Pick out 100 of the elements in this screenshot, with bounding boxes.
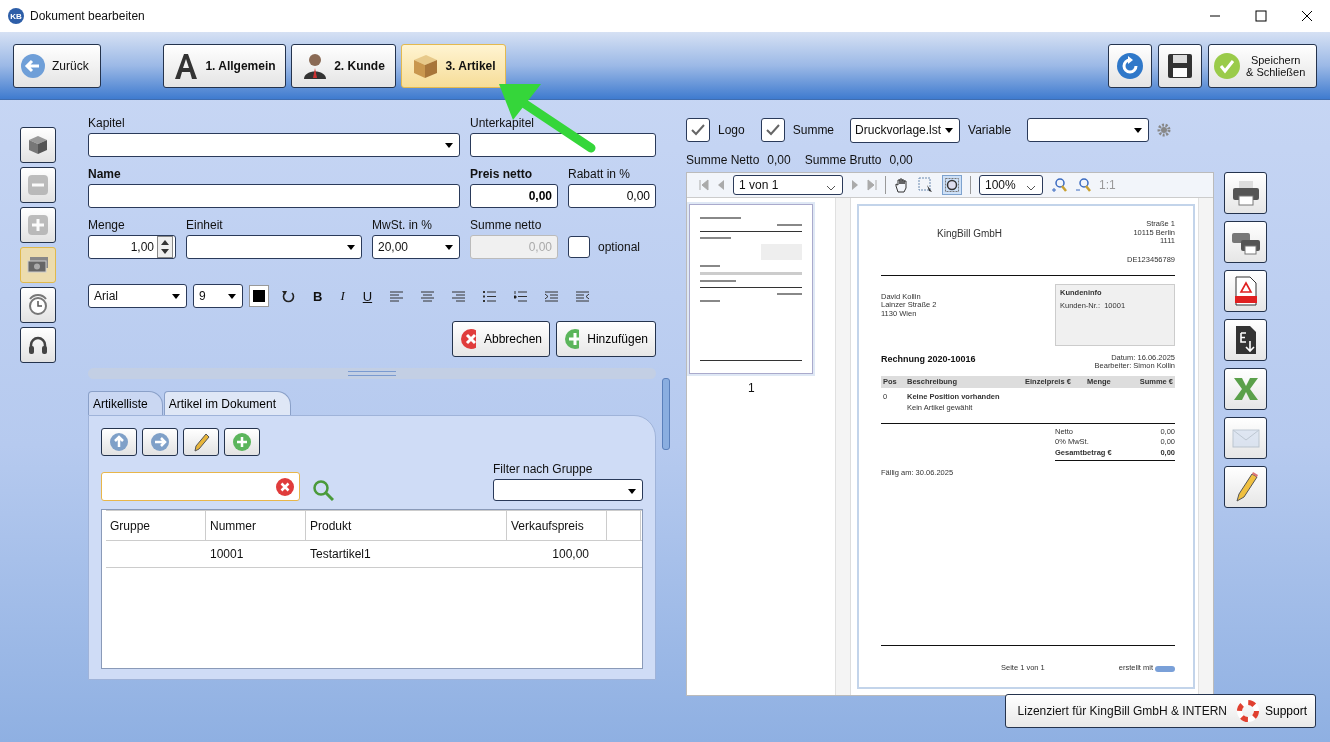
minus-icon: [27, 174, 49, 196]
stopwatch-icon: [27, 294, 49, 316]
step-tab[interactable]: 1. Allgemein: [163, 43, 286, 88]
refresh-button[interactable]: [1108, 43, 1152, 88]
align-left-icon[interactable]: [390, 290, 404, 302]
edit-button[interactable]: [183, 428, 219, 456]
clear-icon[interactable]: [275, 476, 295, 497]
bullet-list-icon[interactable]: [483, 290, 497, 302]
vat-dropdown[interactable]: 20,00: [372, 235, 460, 259]
headset-tool-button[interactable]: [20, 327, 56, 363]
align-center-icon[interactable]: [421, 290, 435, 302]
excel-button[interactable]: [1224, 368, 1267, 410]
column-header[interactable]: Produkt: [306, 511, 507, 540]
check-icon: [765, 124, 780, 136]
printer-button[interactable]: [1224, 172, 1267, 214]
checkmark-icon: [1213, 51, 1241, 80]
align-right-icon[interactable]: [452, 290, 466, 302]
logo-badge: [1155, 665, 1175, 672]
zoom-tool-button[interactable]: [942, 175, 962, 195]
table-cell-text: 100,00: [551, 547, 590, 561]
zoom-in-icon[interactable]: [1051, 177, 1067, 193]
column-header[interactable]: Gruppe: [106, 511, 206, 540]
optional-checkbox[interactable]: [568, 235, 590, 258]
move-up-button[interactable]: [101, 428, 137, 456]
step-tab[interactable]: 2. Kunde: [291, 43, 396, 88]
template-dropdown[interactable]: Druckvorlage.lst: [850, 117, 961, 143]
back-button[interactable]: Zurück: [13, 43, 101, 88]
caret-icon: [228, 294, 236, 299]
column-header[interactable]: Nummer: [206, 511, 306, 540]
money-tool-button[interactable]: [20, 247, 56, 283]
unit-dropdown[interactable]: [186, 235, 362, 259]
sum-value: 0,00: [889, 153, 913, 167]
export-button[interactable]: [1224, 319, 1267, 361]
chapter-dropdown[interactable]: [88, 133, 460, 157]
caret-icon: [347, 245, 355, 250]
italic-button[interactable]: I: [334, 288, 351, 304]
bold-button[interactable]: B: [307, 288, 329, 304]
sum-checkbox[interactable]: [760, 118, 785, 142]
subchapter-input[interactable]: [470, 133, 656, 157]
close-icon[interactable]: [1301, 10, 1313, 22]
lifebuoy-icon: [1236, 700, 1259, 722]
cancel-button[interactable]: Abbrechen: [452, 321, 550, 357]
zoom-dropdown[interactable]: 100%: [979, 175, 1043, 195]
pdf-button[interactable]: [1224, 270, 1267, 312]
save-and-close-button[interactable]: Speichern & Schließen: [1208, 43, 1317, 88]
splitter-handle[interactable]: [662, 378, 670, 450]
support-button[interactable]: Support: [1236, 700, 1307, 722]
search-icon[interactable]: [312, 479, 334, 501]
numbered-list-icon[interactable]: [514, 290, 528, 302]
pencil-button[interactable]: [1224, 466, 1267, 508]
add-button[interactable]: Hinzufügen: [556, 321, 656, 357]
zoom-out-icon[interactable]: [1075, 177, 1091, 193]
logo-checkbox[interactable]: [686, 118, 710, 142]
printers-button[interactable]: [1224, 221, 1267, 263]
discount-input[interactable]: 0,00: [568, 184, 656, 208]
field-label: MwSt. in %: [372, 218, 433, 233]
add-button[interactable]: [224, 428, 260, 456]
text-color-button[interactable]: [249, 285, 269, 307]
column-header[interactable]: Verkaufspreis: [507, 511, 607, 540]
underline-button[interactable]: U: [356, 288, 379, 304]
outdent-icon[interactable]: [576, 290, 590, 302]
arrow-right-icon: [150, 432, 170, 452]
list-tab[interactable]: Artikelliste: [88, 391, 163, 415]
scrollbar[interactable]: [1198, 198, 1213, 695]
font-size-dropdown[interactable]: 9: [193, 284, 243, 308]
field-label: Filter nach Gruppe: [493, 462, 594, 477]
license-text: Lizenziert für KingBill GmbH & INTERN: [1017, 704, 1227, 718]
price-input[interactable]: 0,00: [470, 184, 558, 208]
save-button[interactable]: [1158, 43, 1202, 88]
plus-icon: [232, 432, 252, 452]
letter-icon: [173, 51, 200, 80]
plus-icon: [564, 328, 580, 350]
box-tool-button[interactable]: [20, 127, 56, 163]
checkbox-label: Logo: [718, 123, 745, 137]
printer-icon: [1230, 179, 1261, 207]
chevron-down-icon: [826, 185, 836, 191]
group-filter-dropdown[interactable]: [493, 479, 643, 501]
close-icon: [460, 328, 476, 350]
caret-icon: [445, 245, 453, 250]
checkbox-label: optional: [598, 239, 641, 254]
splitter-handle[interactable]: [88, 368, 656, 379]
field-label: Preis netto: [470, 167, 533, 182]
page-thumbnail-drawing[interactable]: [689, 204, 813, 374]
scrollbar[interactable]: [835, 198, 850, 695]
pencil-icon: [191, 432, 211, 452]
select-text-icon[interactable]: [918, 177, 934, 193]
list-tab[interactable]: Artikel im Dokument: [163, 391, 292, 415]
undo-icon[interactable]: [281, 289, 295, 303]
quantity-spinner[interactable]: 1,00: [88, 235, 176, 259]
maximize-icon[interactable]: [1255, 10, 1267, 22]
hand-icon[interactable]: [894, 177, 910, 193]
search-field[interactable]: [101, 472, 300, 501]
move-right-button[interactable]: [142, 428, 178, 456]
variable-dropdown[interactable]: [1027, 118, 1150, 142]
page-dropdown[interactable]: 1 von 1: [733, 175, 843, 195]
indent-icon[interactable]: [545, 290, 559, 302]
name-input[interactable]: [88, 184, 460, 208]
timer-tool-button[interactable]: [20, 287, 56, 323]
font-dropdown[interactable]: Arial: [88, 284, 187, 308]
step-tab[interactable]: 3. Artikel: [401, 43, 506, 88]
